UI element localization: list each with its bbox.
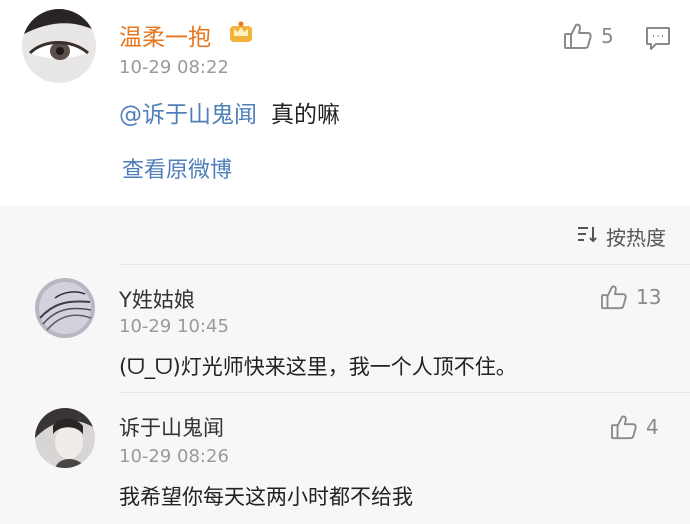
comment-timestamp: 10-29 10:45 (119, 316, 229, 337)
thumbs-up-icon (610, 414, 638, 440)
comment-button[interactable] (645, 25, 671, 55)
divider (119, 264, 690, 265)
thumbs-up-icon (563, 22, 593, 50)
comment-icon (645, 27, 671, 55)
view-original-link[interactable]: 查看原微博 (122, 152, 232, 184)
comment-author-avatar[interactable] (35, 278, 95, 338)
post-content: @诉于山鬼闻 真的嘛 (119, 95, 340, 129)
comment-author-name[interactable]: Y姓姑娘 (119, 284, 195, 314)
post-author-name[interactable]: 温柔一抱 (119, 18, 211, 52)
post-like-button[interactable]: 5 (563, 22, 614, 50)
comment-text: 我希望你每天这两小时都不给我 (119, 485, 413, 509)
comment-like-count: 13 (636, 285, 662, 309)
sort-icon (576, 224, 598, 249)
comment-timestamp: 10-29 08:26 (119, 446, 229, 467)
comment-text: (ᗜ_ᗜ)灯光师快来这里，我一个人顶不住。 (119, 355, 517, 379)
thumbs-up-icon (600, 284, 628, 310)
sort-label: 按热度 (606, 226, 666, 250)
comment-like-button[interactable]: 4 (610, 414, 659, 440)
mention-link[interactable]: @诉于山鬼闻 (119, 102, 257, 128)
post-text: 真的嘛 (271, 102, 340, 128)
comment-author-name[interactable]: 诉于山鬼闻 (119, 412, 224, 442)
post-like-count: 5 (601, 24, 614, 48)
post-timestamp: 10-29 08:22 (119, 57, 229, 78)
crown-badge-icon (228, 20, 254, 44)
post-author-avatar[interactable] (22, 9, 96, 83)
comment-author-avatar[interactable] (35, 408, 95, 468)
sort-by-hot-button[interactable]: 按热度 (576, 222, 666, 251)
comment-like-button[interactable]: 13 (600, 284, 661, 310)
main-post: 温柔一抱 10-29 08:22 5 @诉于山鬼闻 真的嘛 查看原微博 (0, 0, 690, 206)
sort-bar: 按热度 (0, 206, 690, 264)
comment-like-count: 4 (646, 415, 659, 439)
divider (119, 392, 690, 393)
